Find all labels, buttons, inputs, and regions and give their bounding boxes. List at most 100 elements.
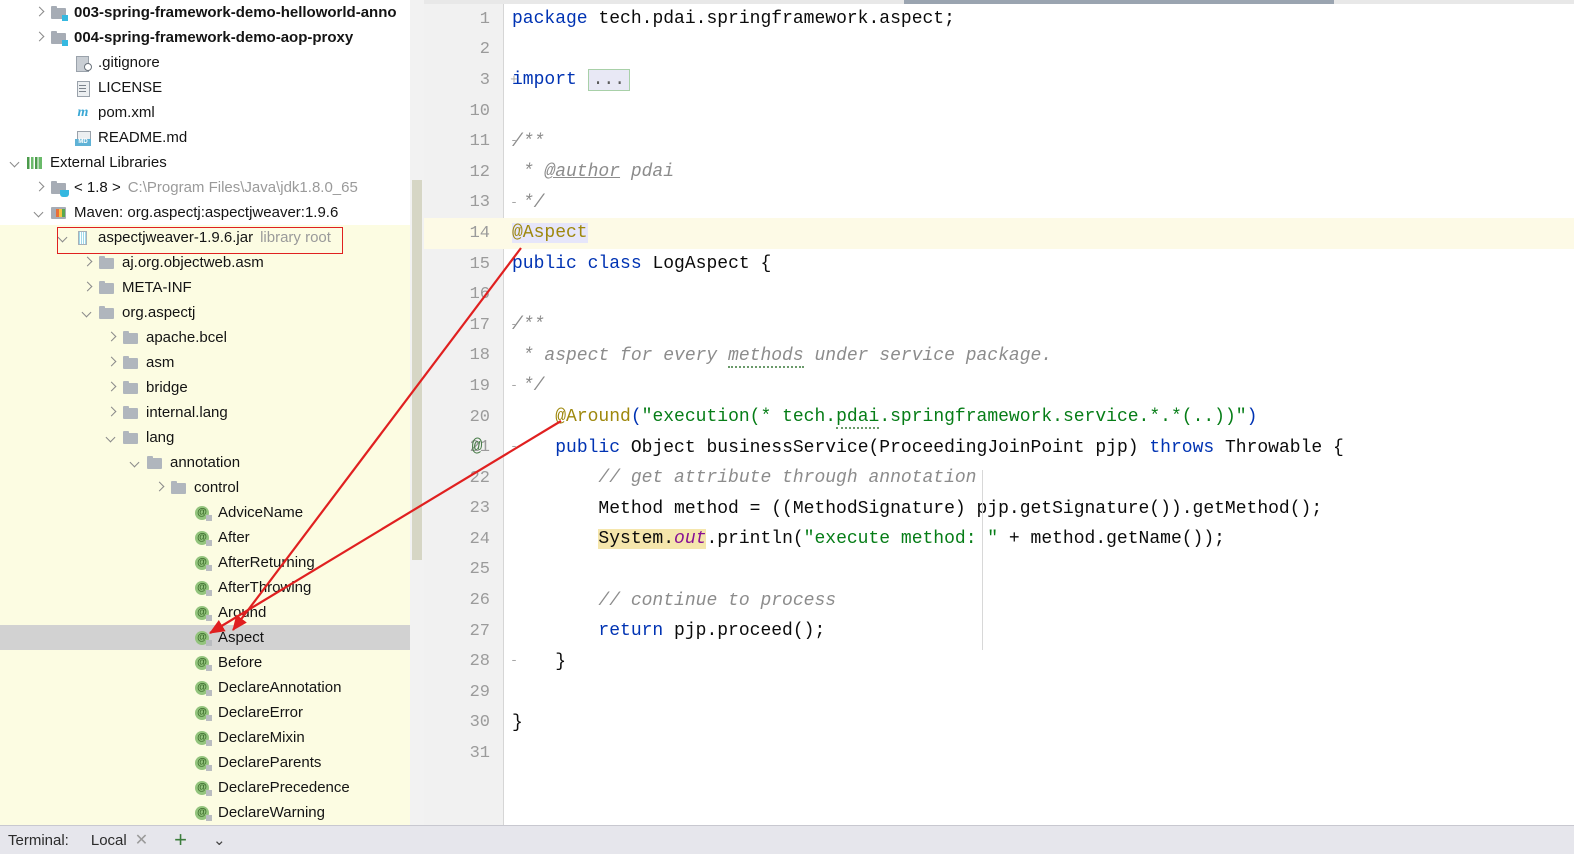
chevron-down-icon[interactable] [8, 155, 23, 170]
line-text[interactable]: import ... [504, 69, 1574, 91]
plus-icon[interactable]: + [174, 829, 187, 851]
line-text[interactable]: /** [504, 132, 1574, 152]
chevron-right-icon[interactable] [32, 180, 47, 195]
chevron-right-icon[interactable] [32, 30, 47, 45]
chevron-right-icon[interactable] [80, 280, 95, 295]
fold-collapse-icon[interactable]: - [504, 439, 524, 454]
tree-item-maven-org-aspectj-aspectjweaver-1-9-6[interactable]: Maven: org.aspectj:aspectjweaver:1.9.6 [0, 200, 424, 225]
chevron-right-icon[interactable] [104, 380, 119, 395]
tree-item-aspect[interactable]: @Aspect [0, 625, 424, 650]
tree-item-004-spring-framework-demo-aop-proxy[interactable]: 004-spring-framework-demo-aop-proxy [0, 25, 424, 50]
code-line[interactable]: 19 - */ [424, 371, 1574, 402]
tree-item-declareparents[interactable]: @DeclareParents [0, 750, 424, 775]
chevron-down-icon[interactable] [80, 305, 95, 320]
code-line[interactable]: 26 // continue to process [424, 585, 1574, 616]
line-text[interactable]: * @author pdai [504, 162, 1574, 182]
code-line[interactable]: 17 - /** [424, 310, 1574, 341]
line-text[interactable]: System.out.println("execute method: " + … [504, 529, 1574, 549]
code-line[interactable]: 3 + import ... [424, 65, 1574, 96]
code-line[interactable]: 12 * @author pdai [424, 157, 1574, 188]
collapsed-imports-placeholder[interactable]: ... [588, 69, 630, 91]
tree-item-declareerror[interactable]: @DeclareError [0, 700, 424, 725]
code-line[interactable]: 30 } [424, 708, 1574, 739]
tree-item-external-libraries[interactable]: External Libraries [0, 150, 424, 175]
code-line[interactable]: 31 [424, 738, 1574, 769]
chevron-right-icon[interactable] [152, 480, 167, 495]
chevron-down-icon[interactable] [104, 430, 119, 445]
project-tree-list[interactable]: 003-spring-framework-demo-helloworld-ann… [0, 0, 424, 825]
tree-item-afterreturning[interactable]: @AfterReturning [0, 550, 424, 575]
fold-collapse-icon[interactable]: - [504, 317, 524, 332]
code-line[interactable]: 23 Method method = ((MethodSignature) pj… [424, 494, 1574, 525]
code-line[interactable]: 24 System.out.println("execute method: "… [424, 524, 1574, 555]
line-text[interactable]: public Object businessService(Proceeding… [504, 438, 1574, 458]
code-line[interactable]: 18 * aspect for every methods under serv… [424, 341, 1574, 372]
tree-item-aj-org-objectweb-asm[interactable]: aj.org.objectweb.asm [0, 250, 424, 275]
fold-expand-icon[interactable]: + [504, 72, 524, 87]
aspect-gutter-marker-icon[interactable]: @ [466, 437, 488, 457]
tree-item-afterthrowing[interactable]: @AfterThrowing [0, 575, 424, 600]
fold-collapse-icon[interactable]: - [504, 133, 524, 148]
code-content[interactable]: 1 package tech.pdai.springframework.aspe… [424, 4, 1574, 769]
tree-item-pom-xml[interactable]: mpom.xml [0, 100, 424, 125]
code-line[interactable]: 25 [424, 555, 1574, 586]
close-icon[interactable]: ✕ [135, 830, 148, 850]
chevron-down-icon[interactable]: ⌄ [213, 831, 226, 849]
line-text[interactable]: */ [504, 376, 1574, 396]
annotation-aspect[interactable]: @Aspect [512, 223, 588, 243]
code-line[interactable]: 27 return pjp.proceed(); [424, 616, 1574, 647]
chevron-right-icon[interactable] [104, 405, 119, 420]
line-text[interactable]: * aspect for every methods under service… [504, 346, 1574, 366]
tree-item-license[interactable]: LICENSE [0, 75, 424, 100]
tree-item-aspectjweaver-1-9-6-jar[interactable]: aspectjweaver-1.9.6.jarlibrary root [0, 225, 424, 250]
tree-item-control[interactable]: control [0, 475, 424, 500]
line-text[interactable]: } [504, 652, 1574, 672]
code-line[interactable]: 1 package tech.pdai.springframework.aspe… [424, 4, 1574, 35]
code-line[interactable]: 10 [424, 96, 1574, 127]
tree-item-bridge[interactable]: bridge [0, 375, 424, 400]
chevron-down-icon[interactable] [128, 455, 143, 470]
code-line[interactable]: 29 [424, 677, 1574, 708]
line-text[interactable]: } [504, 713, 1574, 733]
tree-item-after[interactable]: @After [0, 525, 424, 550]
line-text[interactable]: @Aspect [504, 223, 1574, 243]
line-text[interactable]: // get attribute through annotation [504, 468, 1574, 488]
terminal-tool-window-bar[interactable]: Terminal: Local ✕ + ⌄ [0, 825, 1574, 854]
terminal-tab-local[interactable]: Local [91, 832, 127, 849]
line-text[interactable]: return pjp.proceed(); [504, 621, 1574, 641]
fold-collapse-icon[interactable]: - [504, 653, 524, 668]
fold-collapse-icon[interactable]: - [504, 378, 524, 393]
project-tree-scrollbar-track[interactable] [410, 0, 424, 825]
tree-item-declareprecedence[interactable]: @DeclarePrecedence [0, 775, 424, 800]
tree-item-declaremixin[interactable]: @DeclareMixin [0, 725, 424, 750]
project-tool-window[interactable]: 003-spring-framework-demo-helloworld-ann… [0, 0, 424, 825]
tree-item-apache-bcel[interactable]: apache.bcel [0, 325, 424, 350]
tree-item-meta-inf[interactable]: META-INF [0, 275, 424, 300]
chevron-right-icon[interactable] [32, 5, 47, 20]
project-tree-scrollbar-thumb[interactable] [412, 180, 422, 560]
annotation-around[interactable]: @Around [555, 407, 631, 427]
line-text[interactable]: // continue to process [504, 591, 1574, 611]
tree-item-internal-lang[interactable]: internal.lang [0, 400, 424, 425]
code-line[interactable]: 16 [424, 279, 1574, 310]
line-text[interactable]: package tech.pdai.springframework.aspect… [504, 9, 1574, 29]
fold-collapse-icon[interactable]: - [504, 195, 524, 210]
tree-item-003-spring-framework-demo-helloworld-anno[interactable]: 003-spring-framework-demo-helloworld-ann… [0, 0, 424, 25]
tree-item-asm[interactable]: asm [0, 350, 424, 375]
line-text[interactable]: */ [504, 193, 1574, 213]
tree-item-declarewarning[interactable]: @DeclareWarning [0, 800, 424, 825]
line-text[interactable]: Method method = ((MethodSignature) pjp.g… [504, 499, 1574, 519]
line-text[interactable]: /** [504, 315, 1574, 335]
code-line[interactable]: 20 @Around("execution(* tech.pdai.spring… [424, 402, 1574, 433]
tree-item-readme-md[interactable]: MDREADME.md [0, 125, 424, 150]
line-text[interactable]: public class LogAspect { [504, 254, 1574, 274]
chevron-right-icon[interactable] [80, 255, 95, 270]
code-editor[interactable]: 1 package tech.pdai.springframework.aspe… [424, 0, 1574, 825]
line-text[interactable]: @Around("execution(* tech.pdai.springfra… [504, 407, 1574, 427]
code-line[interactable]: 15 public class LogAspect { [424, 249, 1574, 280]
tree-item-org-aspectj[interactable]: org.aspectj [0, 300, 424, 325]
chevron-down-icon[interactable] [32, 205, 47, 220]
code-line-current[interactable]: 14 @Aspect [424, 218, 1574, 249]
code-line[interactable]: 11 - /** [424, 126, 1574, 157]
tree-item-around[interactable]: @Around [0, 600, 424, 625]
